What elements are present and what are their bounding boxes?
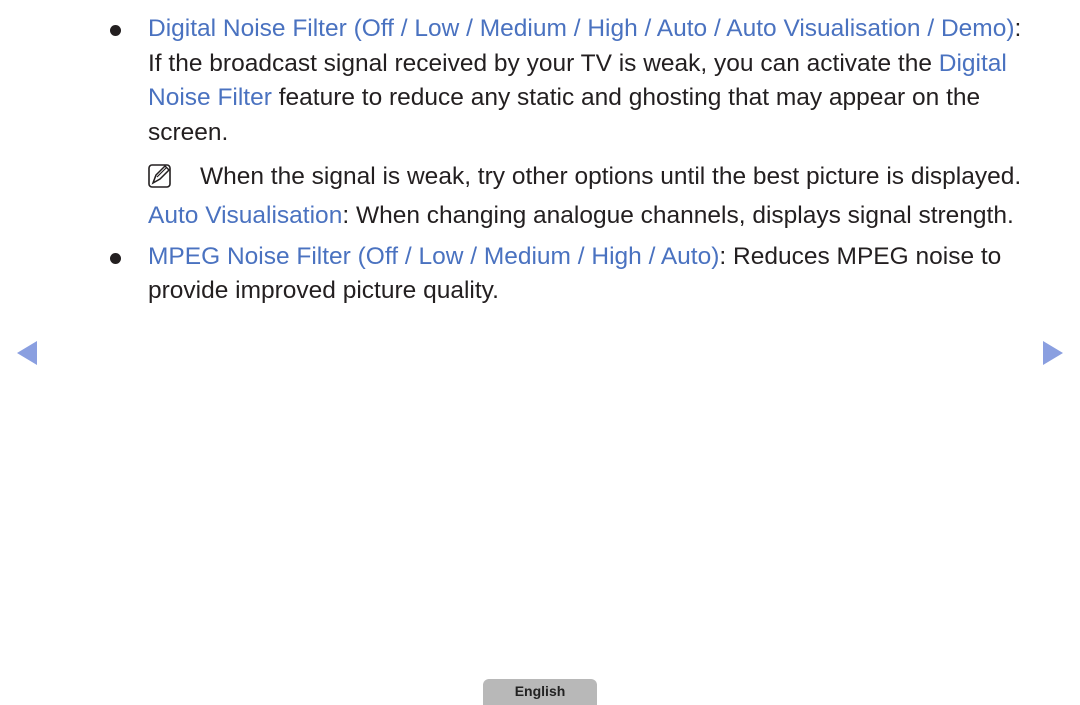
next-page-arrow-icon[interactable] xyxy=(1043,341,1063,365)
digital-noise-filter-heading: Digital Noise Filter (Off / Low / Medium… xyxy=(148,15,1007,42)
description-text-b: feature to reduce any static and ghostin… xyxy=(148,84,981,146)
auto-visualisation-text: : When changing analogue channels, displ… xyxy=(342,202,1014,229)
language-button[interactable]: English xyxy=(483,679,597,705)
note: When the signal is weak, try other optio… xyxy=(148,158,1038,195)
manual-content: Digital Noise Filter (Off / Low / Medium… xyxy=(110,12,1038,309)
note-text: When the signal is weak, try other optio… xyxy=(200,163,1022,190)
digital-noise-filter-item: Digital Noise Filter (Off / Low / Medium… xyxy=(110,12,1038,150)
note-pencil-icon xyxy=(148,164,171,188)
auto-visualisation-desc: Auto Visualisation: When changing analog… xyxy=(148,199,1038,234)
heading-close-paren: ) xyxy=(1006,15,1015,42)
mpeg-noise-filter-item: MPEG Noise Filter (Off / Low / Medium / … xyxy=(110,240,1038,309)
auto-visualisation-label: Auto Visualisation xyxy=(148,202,343,229)
mpeg-noise-filter-heading: MPEG Noise Filter (Off / Low / Medium / … xyxy=(148,242,712,270)
bullet-icon xyxy=(110,25,121,36)
bullet-icon xyxy=(110,252,121,264)
previous-page-arrow-icon[interactable] xyxy=(17,341,37,365)
